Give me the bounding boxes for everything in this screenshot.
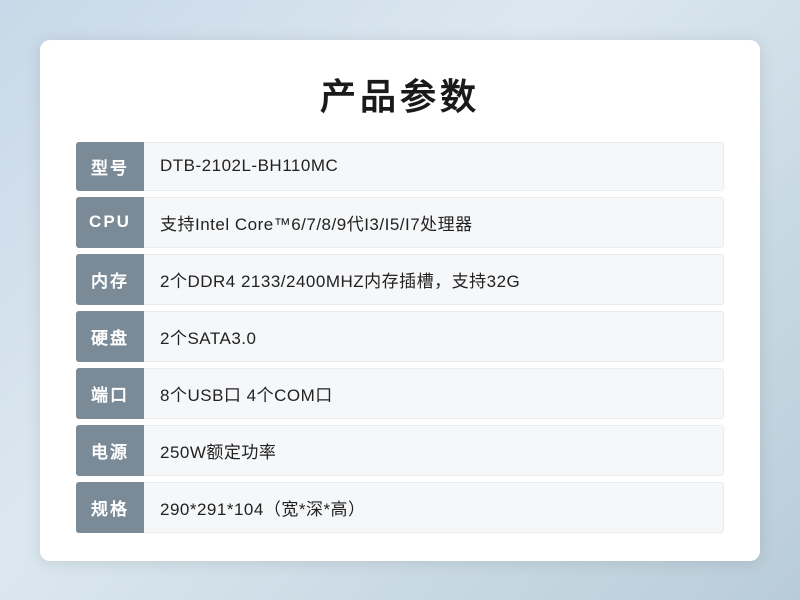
spec-value: 支持Intel Core™6/7/8/9代I3/I5/I7处理器 [144,197,724,248]
spec-row: 电源250W额定功率 [76,425,724,476]
spec-label: 电源 [76,425,144,476]
spec-table: 型号DTB-2102L-BH110MCCPU支持Intel Core™6/7/8… [76,142,724,533]
spec-value: DTB-2102L-BH110MC [144,142,724,191]
spec-row: 内存2个DDR4 2133/2400MHZ内存插槽，支持32G [76,254,724,305]
spec-row: CPU支持Intel Core™6/7/8/9代I3/I5/I7处理器 [76,197,724,248]
spec-label: 型号 [76,142,144,191]
spec-row: 硬盘2个SATA3.0 [76,311,724,362]
spec-row: 端口8个USB口 4个COM口 [76,368,724,419]
spec-value: 2个SATA3.0 [144,311,724,362]
spec-row: 型号DTB-2102L-BH110MC [76,142,724,191]
page-title: 产品参数 [76,68,724,120]
spec-value: 2个DDR4 2133/2400MHZ内存插槽，支持32G [144,254,724,305]
spec-value: 8个USB口 4个COM口 [144,368,724,419]
spec-label: CPU [76,197,144,248]
spec-value: 250W额定功率 [144,425,724,476]
spec-label: 端口 [76,368,144,419]
product-spec-card: 产品参数 型号DTB-2102L-BH110MCCPU支持Intel Core™… [40,40,760,561]
spec-label: 内存 [76,254,144,305]
spec-value: 290*291*104（宽*深*高） [144,482,724,533]
spec-label: 硬盘 [76,311,144,362]
spec-row: 规格290*291*104（宽*深*高） [76,482,724,533]
spec-label: 规格 [76,482,144,533]
